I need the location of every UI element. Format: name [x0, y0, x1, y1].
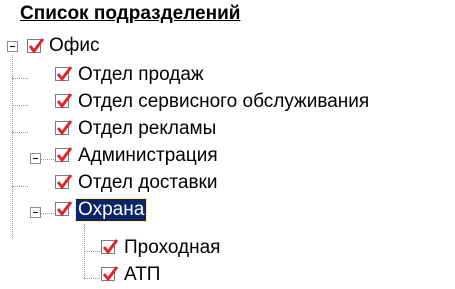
checkbox-sales[interactable]: [55, 66, 73, 82]
collapse-icon[interactable]: [30, 207, 41, 218]
tree-node-label[interactable]: Администрация: [76, 145, 220, 167]
tree-node-label[interactable]: АТП: [122, 264, 162, 286]
checkbox-service[interactable]: [55, 93, 73, 109]
checkmark-icon: [56, 174, 73, 190]
checkbox-security[interactable]: [55, 201, 73, 217]
tree-node-label[interactable]: Отдел продаж: [76, 64, 206, 86]
checkmark-icon: [56, 93, 73, 109]
checkbox-office[interactable]: [27, 38, 45, 54]
tree-line: [12, 105, 28, 106]
collapse-icon[interactable]: [30, 153, 41, 164]
checkmark-icon: [56, 147, 73, 163]
checkmark-icon: [28, 38, 45, 54]
tree-node-label[interactable]: Отдел рекламы: [76, 118, 218, 140]
checkbox-atp[interactable]: [101, 266, 119, 282]
checkbox-administration[interactable]: [55, 147, 73, 163]
tree-node-label[interactable]: Отдел сервисного обслуживания: [76, 91, 371, 113]
tree-line: [12, 55, 13, 238]
tree-line: [12, 132, 28, 133]
tree-node-label-selected[interactable]: Охрана: [74, 198, 148, 222]
tree-line: [84, 251, 102, 252]
department-tree: Офис Отдел продаж Отдел сервисного обслу…: [0, 0, 455, 289]
tree-node-label[interactable]: Офис: [47, 35, 102, 57]
checkbox-advertising[interactable]: [55, 120, 73, 136]
checkmark-icon: [102, 239, 119, 255]
collapse-icon[interactable]: [7, 41, 18, 52]
checkmark-icon: [102, 266, 119, 282]
tree-node-label[interactable]: Проходная: [122, 237, 222, 259]
tree-node-label[interactable]: Отдел доставки: [76, 172, 219, 194]
tree-line: [12, 78, 28, 79]
checkbox-delivery[interactable]: [55, 174, 73, 190]
checkmark-icon: [56, 201, 73, 217]
checkbox-checkpoint[interactable]: [101, 239, 119, 255]
checkmark-icon: [56, 120, 73, 136]
tree-line: [84, 278, 102, 279]
checkmark-icon: [56, 66, 73, 82]
tree-line: [12, 186, 28, 187]
